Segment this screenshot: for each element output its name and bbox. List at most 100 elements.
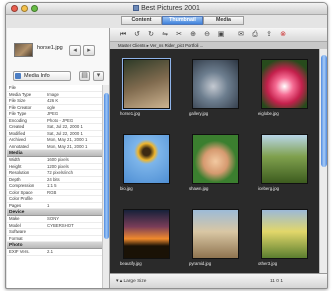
thumbnail-caption: eiglobe.jpg bbox=[258, 111, 279, 116]
grid-scroll-thumb[interactable] bbox=[321, 55, 327, 167]
property-value: RGB bbox=[47, 189, 57, 195]
property-value: Sat, Jul 22, 2000 1 bbox=[47, 124, 83, 129]
property-key: Modified bbox=[9, 130, 26, 136]
property-key: Make bbox=[9, 216, 20, 221]
trash-icon[interactable]: ⊗ bbox=[278, 30, 288, 39]
property-key: Format bbox=[9, 235, 23, 241]
sunflower-photo[interactable] bbox=[123, 134, 170, 184]
property-value: SONY bbox=[47, 216, 60, 221]
ruins-photo[interactable] bbox=[192, 209, 239, 259]
file-thumbnail-icon bbox=[14, 43, 33, 57]
flower-photo[interactable] bbox=[261, 59, 308, 109]
property-value: 1600 pixels bbox=[47, 157, 69, 162]
back-icon[interactable]: ⏮ bbox=[118, 30, 128, 39]
thumbnail-cell[interactable]: horse1.jpg bbox=[118, 53, 175, 121]
status-bar: ▾ ▴ Large Size 11 0 1 bbox=[110, 273, 327, 288]
property-value: JPEG bbox=[47, 111, 59, 116]
property-key: Pages bbox=[9, 202, 22, 208]
property-key: Encoding bbox=[9, 117, 27, 123]
property-key: Compression bbox=[9, 183, 35, 188]
export-icon[interactable]: ⇪ bbox=[264, 30, 274, 39]
property-key: Height bbox=[9, 163, 22, 169]
sunset-photo[interactable] bbox=[123, 209, 170, 259]
property-key: File bbox=[9, 85, 16, 90]
property-value: 426 K bbox=[47, 98, 59, 103]
property-value: Photo - JPEG bbox=[47, 117, 74, 123]
property-key: Color Profile bbox=[9, 196, 33, 201]
thumbnail-cell[interactable]: gallery.jpg bbox=[187, 53, 244, 121]
property-key: Width bbox=[9, 157, 20, 162]
tab-media[interactable]: Media bbox=[203, 16, 244, 25]
email-icon[interactable]: ✉ bbox=[236, 30, 246, 39]
property-key: Color Space bbox=[9, 189, 33, 195]
window-title: Best Pictures 2001 bbox=[6, 4, 327, 13]
inspector-prev-button[interactable]: ◂ bbox=[69, 45, 81, 56]
tab-thumbnail[interactable]: Thumbnail bbox=[162, 16, 203, 25]
thumbnail-cell[interactable]: beautify.jpg bbox=[118, 203, 175, 271]
grass-photo[interactable] bbox=[261, 134, 308, 184]
thumbnail-cell[interactable]: shawn.jpg bbox=[187, 128, 244, 196]
inspector-panel: horse1.jpg ◂ ▸ Media Info ▤ ▾ File Media … bbox=[7, 28, 110, 288]
title-bar: Best Pictures 2001 bbox=[6, 3, 327, 15]
rotate-right-icon[interactable]: ↻ bbox=[146, 30, 156, 39]
select-arrow-icon bbox=[15, 73, 21, 79]
thumbnail-caption: other3.jpg bbox=[258, 261, 278, 266]
inspector-next-button[interactable]: ▸ bbox=[83, 45, 95, 56]
property-key: EXIF Vers. bbox=[9, 249, 30, 254]
zoom-in-icon[interactable]: ⊕ bbox=[188, 30, 198, 39]
inspector-lock-button[interactable]: ▤ bbox=[79, 71, 90, 81]
field-photo[interactable] bbox=[261, 209, 308, 259]
property-key: Media Type bbox=[9, 91, 32, 97]
tab-content[interactable]: Content bbox=[121, 16, 162, 25]
info-select[interactable]: Media Info bbox=[13, 71, 71, 81]
inspector-options-button[interactable]: ▾ bbox=[93, 71, 104, 81]
size-label[interactable]: ▾ ▴ Large Size bbox=[116, 279, 146, 284]
property-key: Resolution bbox=[9, 170, 30, 175]
inspector-scroll-thumb[interactable] bbox=[104, 93, 109, 239]
horse-photo[interactable] bbox=[122, 58, 171, 110]
thumbnail-cell[interactable]: eiglobe.jpg bbox=[256, 53, 313, 121]
inspector-scrollbar[interactable] bbox=[102, 85, 109, 288]
thumbnail-cell[interactable]: pyramid.jpg bbox=[187, 203, 244, 271]
property-value bbox=[47, 229, 102, 235]
zoom-out-icon[interactable]: ⊖ bbox=[202, 30, 212, 39]
path-bar: Master Clients ▸ Ver_ns Rider_pict Portf… bbox=[110, 42, 327, 49]
gallery-photo[interactable] bbox=[192, 59, 239, 109]
property-value: 1200 pixels bbox=[47, 163, 69, 169]
property-value bbox=[47, 236, 102, 242]
property-key: Model bbox=[9, 222, 21, 228]
thumbnail-cell[interactable]: bio.jpg bbox=[118, 128, 175, 196]
property-value: CYBERSHOT bbox=[47, 222, 74, 228]
slideshow-icon[interactable]: ▣ bbox=[216, 30, 226, 39]
catalog-toolbar: ⏮ ↺ ↻ ⇋ ✂ ⊕ ⊖ ▣ ✉ ⎙ ⇪ ⊗ bbox=[110, 28, 327, 42]
grid-scrollbar[interactable] bbox=[319, 49, 327, 273]
property-value: 24 bits bbox=[47, 176, 60, 182]
property-value: 72 pixels/inch bbox=[47, 170, 74, 175]
flip-icon[interactable]: ⇋ bbox=[160, 30, 170, 39]
property-key: Depth bbox=[9, 176, 21, 182]
view-tabs: Content Thumbnail Media bbox=[121, 16, 244, 26]
property-value bbox=[47, 85, 102, 91]
thumbnail-cell[interactable]: other3.jpg bbox=[256, 203, 313, 271]
thumbnail-caption: iceberg.jpg bbox=[258, 186, 280, 191]
thumbnail-cell[interactable]: iceberg.jpg bbox=[256, 128, 313, 196]
section-header[interactable]: Device bbox=[7, 209, 102, 216]
property-key: Annotated bbox=[9, 143, 29, 149]
property-value: 1 bbox=[47, 202, 50, 208]
print-icon[interactable]: ⎙ bbox=[250, 30, 260, 39]
property-key: Archived bbox=[9, 137, 26, 142]
property-value: 2.1 bbox=[47, 249, 53, 254]
crop-icon[interactable]: ✂ bbox=[174, 30, 184, 39]
property-key: File Creator bbox=[9, 104, 32, 110]
app-window: Best Pictures 2001 Content Thumbnail Med… bbox=[5, 2, 328, 289]
property-key: File Size bbox=[9, 98, 26, 103]
thumbnail-grid: horse1.jpg gallery.jpg eiglobe.jpg bio.jpg s… bbox=[110, 49, 319, 273]
thumbnail-caption: pyramid.jpg bbox=[189, 261, 212, 266]
rotate-left-icon[interactable]: ↺ bbox=[132, 30, 142, 39]
inspector-filename: horse1.jpg bbox=[37, 45, 63, 51]
section-header[interactable]: Media bbox=[7, 150, 102, 157]
boy-photo[interactable] bbox=[192, 134, 239, 184]
section-header[interactable]: Photo bbox=[7, 242, 102, 249]
property-value: Image bbox=[47, 91, 59, 97]
property-value: Mon, May 21, 2000 1 bbox=[47, 137, 88, 142]
